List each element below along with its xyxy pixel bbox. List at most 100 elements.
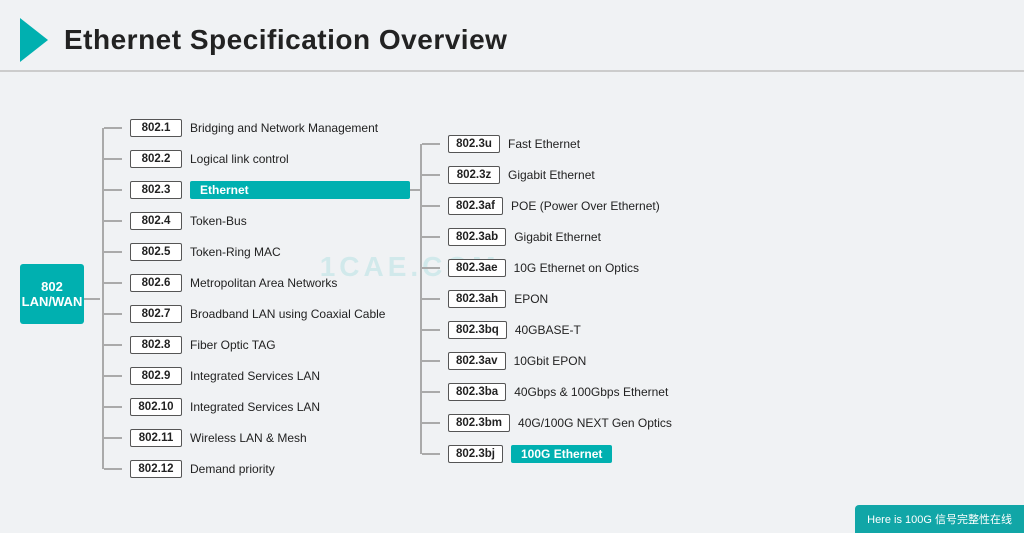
- slide: Ethernet Specification Overview 1CAE.COM…: [0, 0, 1024, 533]
- h-tick-left-10: [104, 406, 122, 408]
- h-tick-right-2: [422, 174, 440, 176]
- bottom-popup: Here is 100G 信号完整性在线: [855, 505, 1024, 533]
- left-row-6: 802.6 Metropolitan Area Networks: [104, 269, 410, 297]
- left-row-12: 802.12 Demand priority: [104, 455, 410, 483]
- code-box-802.4: 802.4: [130, 212, 182, 230]
- code-box-802.2: 802.2: [130, 150, 182, 168]
- h-tick-right-3: [422, 205, 440, 207]
- h-tick-left-5: [104, 251, 122, 253]
- header: Ethernet Specification Overview: [0, 0, 1024, 72]
- code-box-802.1: 802.1: [130, 119, 182, 137]
- code-box-right-802.3z: 802.3z: [448, 166, 500, 184]
- code-box-right-802.3bm: 802.3bm: [448, 414, 510, 432]
- code-box-right-802.3u: 802.3u: [448, 135, 500, 153]
- code-box-802.3: 802.3: [130, 181, 182, 199]
- left-row-4: 802.4 Token-Bus: [104, 207, 410, 235]
- page-title: Ethernet Specification Overview: [64, 24, 507, 56]
- h-tick-right-9: [422, 391, 440, 393]
- row-label-802.7: Broadband LAN using Coaxial Cable: [190, 307, 385, 321]
- right-label-802.3ae: 10G Ethernet on Optics: [514, 261, 639, 275]
- code-box-right-802.3bj: 802.3bj: [448, 445, 503, 463]
- right-row-5: 802.3ae 10G Ethernet on Optics: [422, 254, 672, 282]
- left-row-1: 802.1 Bridging and Network Management: [104, 114, 410, 142]
- code-box-802.5: 802.5: [130, 243, 182, 261]
- row-label-802.12: Demand priority: [190, 462, 275, 476]
- code-box-right-802.3ba: 802.3ba: [448, 383, 506, 401]
- right-label-802.3bq: 40GBASE-T: [515, 323, 581, 337]
- right-row-3: 802.3af POE (Power Over Ethernet): [422, 192, 672, 220]
- h-tick-left-8: [104, 344, 122, 346]
- h-tick-left-3: [104, 189, 122, 191]
- h-tick-right-4: [422, 236, 440, 238]
- right-label-802.3ba: 40Gbps & 100Gbps Ethernet: [514, 385, 668, 399]
- diagram-layout: 802LAN/WAN 802.1 Bridging and Network Man…: [20, 82, 672, 515]
- h-tick-left-6: [104, 282, 122, 284]
- left-rows: 802.1Bridging and Network Management802.…: [104, 114, 410, 483]
- h-tick-left-4: [104, 220, 122, 222]
- code-box-right-802.3ah: 802.3ah: [448, 290, 506, 308]
- lanwan-box: 802LAN/WAN: [20, 264, 84, 324]
- h-tick-right-8: [422, 360, 440, 362]
- h-tick-right-5: [422, 267, 440, 269]
- right-row-8: 802.3av10Gbit EPON: [422, 347, 672, 375]
- code-box-right-802.3af: 802.3af: [448, 197, 503, 215]
- left-row-10: 802.10 Integrated Services LAN: [104, 393, 410, 421]
- h-tick-right-11: [422, 453, 440, 455]
- h-tick-left-11: [104, 437, 122, 439]
- code-box-right-802.3ae: 802.3ae: [448, 259, 506, 277]
- row-label-802.3: Ethernet: [190, 181, 410, 199]
- h-connector-left: [84, 298, 100, 300]
- right-row-1: 802.3uFast Ethernet: [422, 130, 672, 158]
- h-tick-left-7: [104, 313, 122, 315]
- left-row-9: 802.9 Integrated Services LAN: [104, 362, 410, 390]
- code-box-802.11: 802.11: [130, 429, 182, 447]
- header-arrow-icon: [20, 18, 48, 62]
- right-row-11: 802.3bj 100G Ethernet: [422, 440, 672, 468]
- left-row-5: 802.5 Token-Ring MAC: [104, 238, 410, 266]
- code-box-right-802.3bq: 802.3bq: [448, 321, 507, 339]
- h-tick-left-12: [104, 468, 122, 470]
- right-label-802.3z: Gigabit Ethernet: [508, 168, 595, 182]
- h-tick-left-2: [104, 158, 122, 160]
- row-label-802.11: Wireless LAN & Mesh: [190, 431, 307, 445]
- left-row-7: 802.7 Broadband LAN using Coaxial Cable: [104, 300, 410, 328]
- right-label-802.3bj: 100G Ethernet: [511, 445, 612, 463]
- row-label-802.2: Logical link control: [190, 152, 289, 166]
- right-row-2: 802.3z Gigabit Ethernet: [422, 161, 672, 189]
- right-rows: 802.3uFast Ethernet 802.3z Gigabit Etherne…: [422, 130, 672, 468]
- code-box-802.10: 802.10: [130, 398, 182, 416]
- h-tick-left-1: [104, 127, 122, 129]
- right-row-10: 802.3bm 40G/100G NEXT Gen Optics: [422, 409, 672, 437]
- h-tick-right-10: [422, 422, 440, 424]
- code-box-802.12: 802.12: [130, 460, 182, 478]
- code-box-802.9: 802.9: [130, 367, 182, 385]
- code-box-right-802.3ab: 802.3ab: [448, 228, 506, 246]
- row-label-802.10: Integrated Services LAN: [190, 400, 320, 414]
- left-row-8: 802.8 Fiber Optic TAG: [104, 331, 410, 359]
- code-box-802.8: 802.8: [130, 336, 182, 354]
- right-row-4: 802.3ab Gigabit Ethernet: [422, 223, 672, 251]
- right-label-802.3av: 10Gbit EPON: [514, 354, 587, 368]
- ethernet-connector-line: [410, 189, 420, 191]
- right-row-9: 802.3ba 40Gbps & 100Gbps Ethernet: [422, 378, 672, 406]
- code-box-802.7: 802.7: [130, 305, 182, 323]
- row-label-802.9: Integrated Services LAN: [190, 369, 320, 383]
- row-label-802.5: Token-Ring MAC: [190, 245, 281, 259]
- right-label-802.3af: POE (Power Over Ethernet): [511, 199, 660, 213]
- row-label-802.1: Bridging and Network Management: [190, 121, 378, 135]
- row-label-802.8: Fiber Optic TAG: [190, 338, 276, 352]
- left-row-2: 802.2 Logical link control: [104, 145, 410, 173]
- row-label-802.4: Token-Bus: [190, 214, 247, 228]
- right-tree: 802.3uFast Ethernet 802.3z Gigabit Etherne…: [420, 130, 672, 468]
- right-label-802.3bm: 40G/100G NEXT Gen Optics: [518, 416, 672, 430]
- code-box-802.6: 802.6: [130, 274, 182, 292]
- right-label-802.3ab: Gigabit Ethernet: [514, 230, 601, 244]
- right-label-802.3ah: EPON: [514, 292, 548, 306]
- row-label-802.6: Metropolitan Area Networks: [190, 276, 337, 290]
- h-tick-right-6: [422, 298, 440, 300]
- left-row-3: 802.3 Ethernet: [104, 176, 410, 204]
- h-tick-right-1: [422, 143, 440, 145]
- content-area: 802LAN/WAN 802.1 Bridging and Network Man…: [0, 72, 1024, 525]
- h-tick-right-7: [422, 329, 440, 331]
- h-tick-left-9: [104, 375, 122, 377]
